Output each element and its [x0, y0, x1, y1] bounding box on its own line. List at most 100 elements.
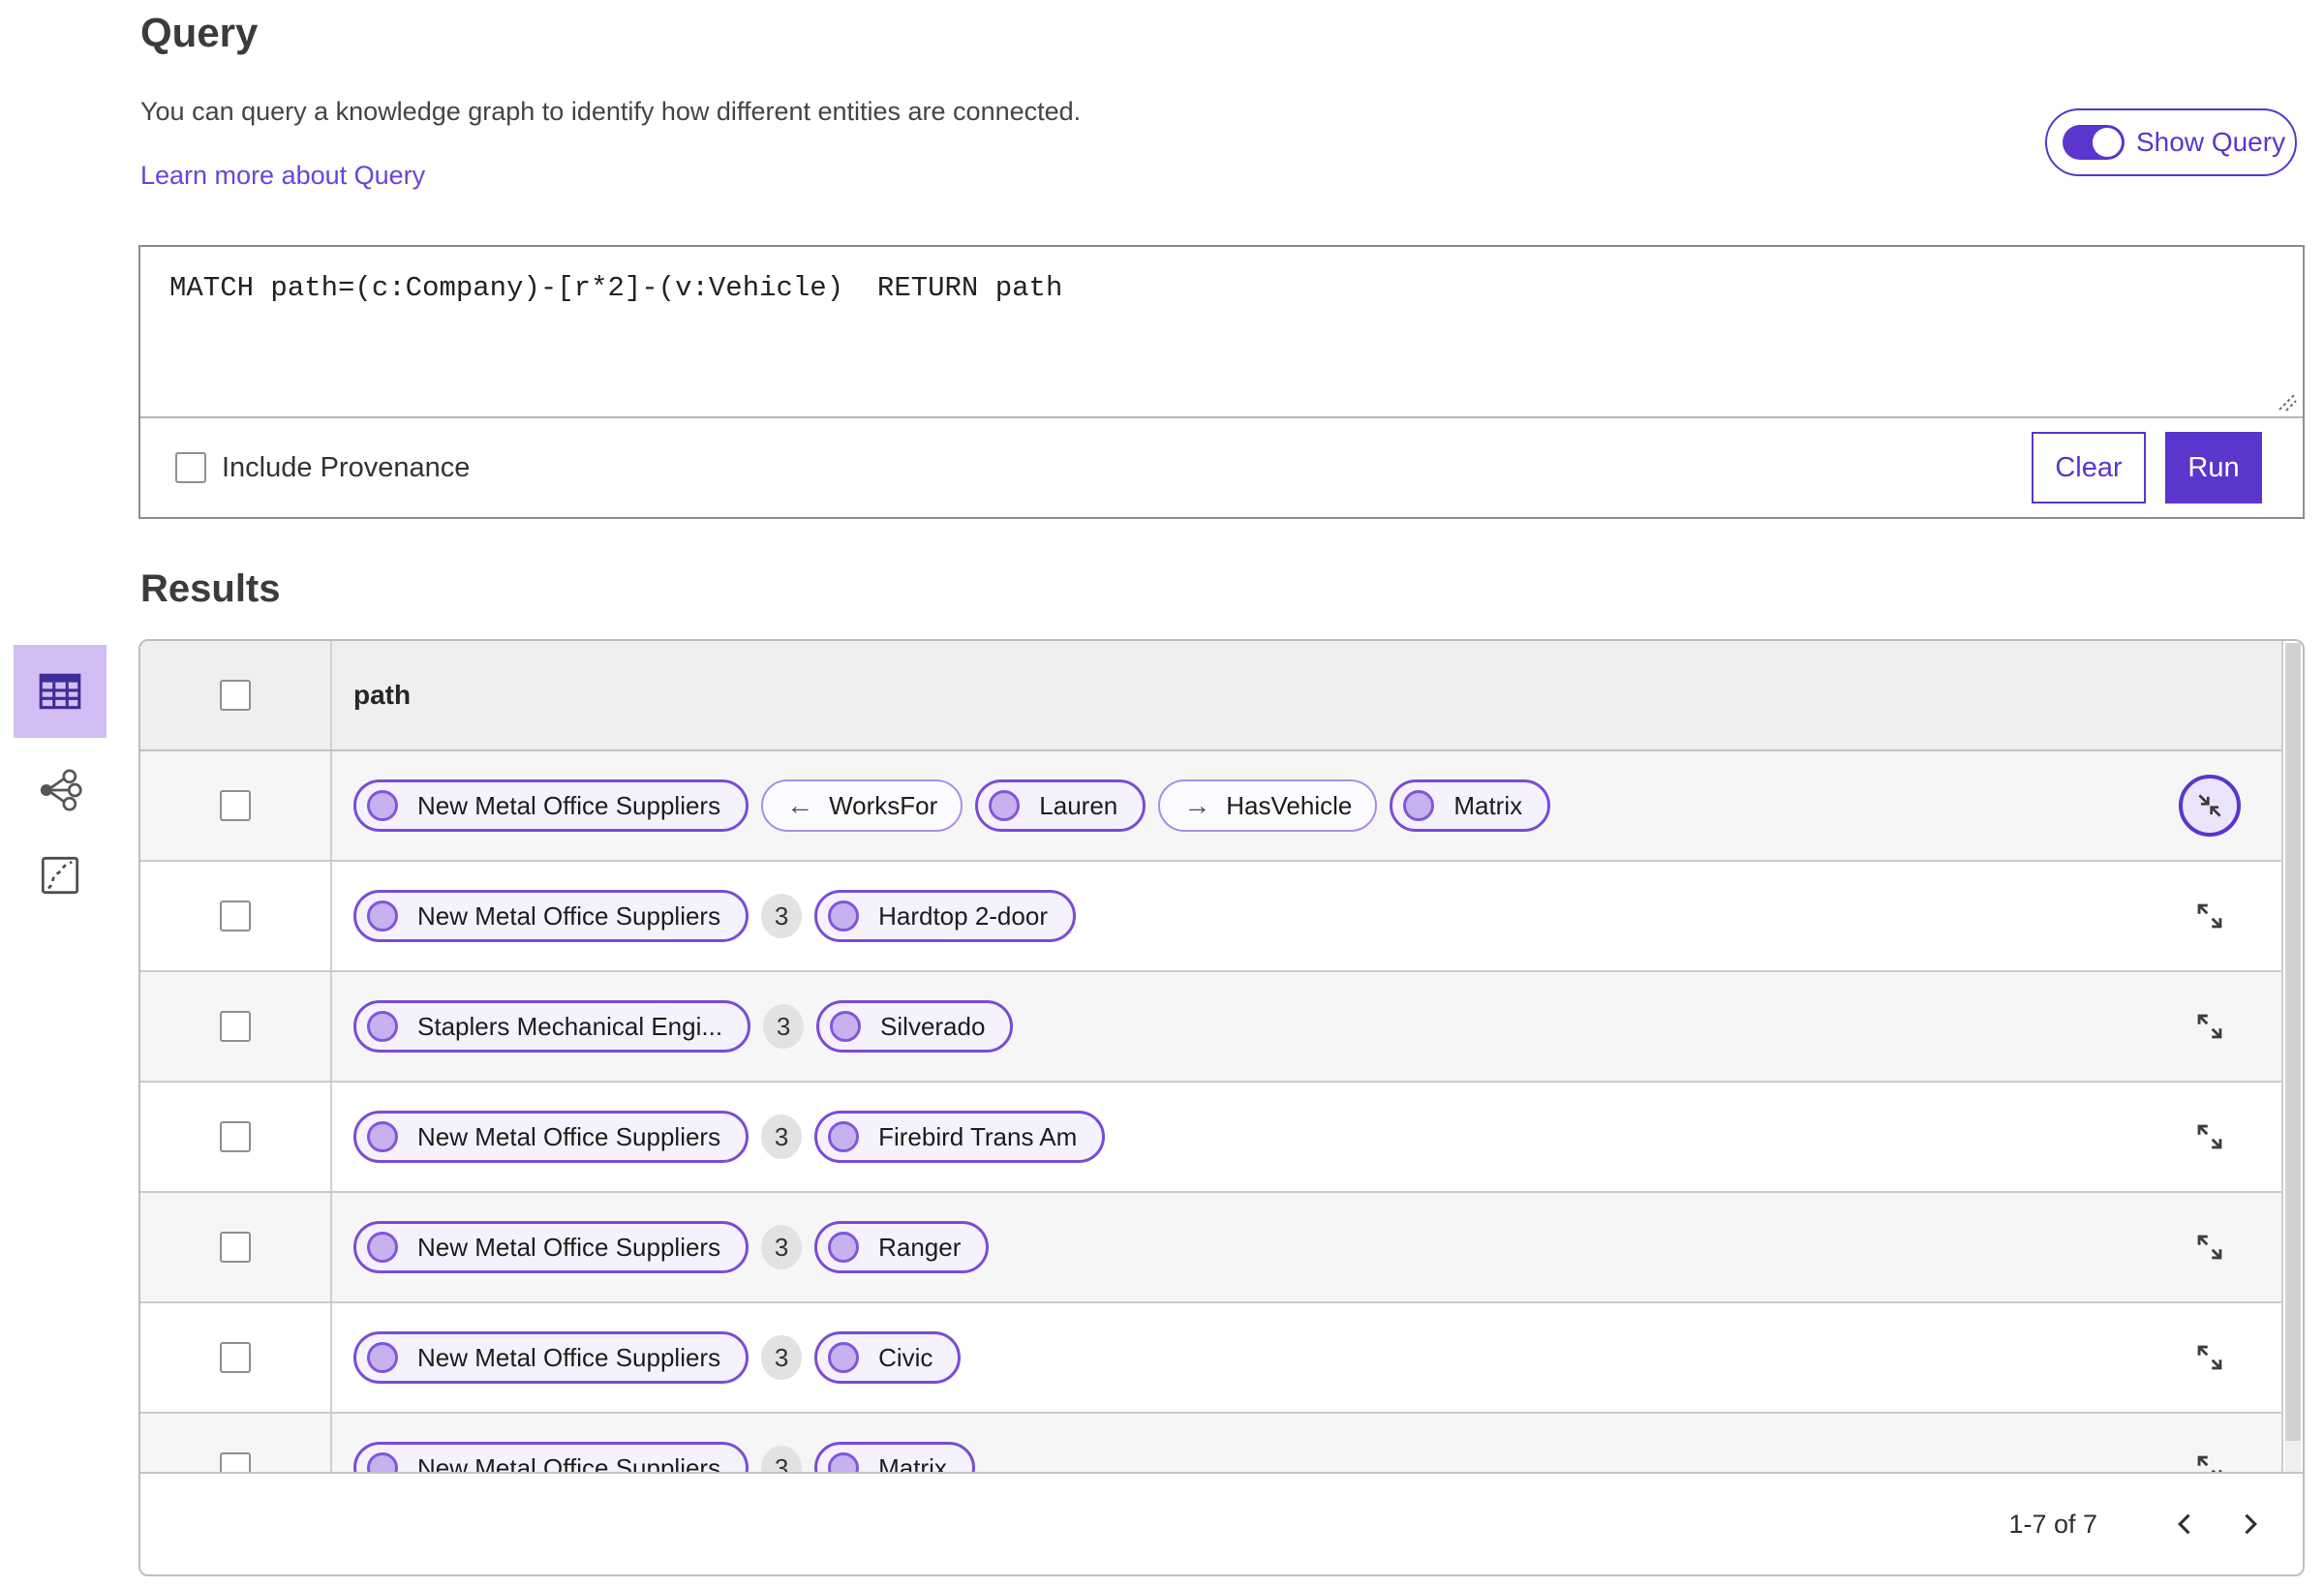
node-pill[interactable]: New Metal Office Suppliers: [353, 1221, 749, 1273]
expand-row-button[interactable]: [2192, 1340, 2227, 1375]
node-pill[interactable]: New Metal Office Suppliers: [353, 1442, 749, 1476]
table-row: New Metal Office Suppliers 3 Civic: [140, 1303, 2281, 1414]
node-label: Matrix: [1453, 790, 1523, 820]
toggle-switch-icon[interactable]: [2063, 125, 2125, 160]
query-editor-footer: Include Provenance Clear Run: [140, 416, 2303, 517]
node-pill[interactable]: New Metal Office Suppliers: [353, 890, 749, 942]
query-input[interactable]: MATCH path=(c:Company)-[r*2]-(v:Vehicle)…: [140, 247, 2303, 415]
node-circle-icon: [367, 901, 398, 931]
show-query-toggle[interactable]: Show Query: [2045, 108, 2297, 176]
expand-icon: [2197, 1014, 2222, 1039]
row-checkbox[interactable]: [220, 1232, 251, 1263]
row-path-cell: New Metal Office Suppliers 3 Ranger: [332, 1193, 2281, 1301]
node-label: New Metal Office Suppliers: [417, 1232, 721, 1262]
table-header-row: path: [140, 641, 2281, 751]
row-path-cell: New Metal Office Suppliers 3 Hardtop 2-doo…: [332, 862, 2281, 970]
node-pill[interactable]: New Metal Office Suppliers: [353, 1331, 749, 1384]
node-label: Silverado: [880, 1011, 986, 1041]
node-pill[interactable]: Lauren: [975, 779, 1147, 832]
edge-label: HasVehicle: [1226, 790, 1353, 820]
node-label: New Metal Office Suppliers: [417, 1342, 721, 1372]
row-checkbox[interactable]: [220, 1011, 251, 1042]
row-checkbox-cell: [140, 1193, 332, 1301]
expand-row-button[interactable]: [2192, 1009, 2227, 1044]
row-checkbox-cell: [140, 751, 332, 860]
view-switcher-graph[interactable]: [14, 755, 107, 825]
results-viewport: path New Metal Office Suppliers ← WorksFor…: [140, 641, 2283, 1476]
row-checkbox[interactable]: [220, 1121, 251, 1152]
node-circle-icon: [367, 1121, 398, 1152]
vertical-scrollbar[interactable]: [2285, 643, 2301, 1474]
node-pill[interactable]: Silverado: [816, 1000, 1014, 1053]
node-label: Firebird Trans Am: [878, 1121, 1078, 1151]
node-label: Staplers Mechanical Engi...: [417, 1011, 723, 1041]
pagination-footer: 1-7 of 7: [140, 1472, 2303, 1574]
hop-count-badge: 3: [761, 1225, 803, 1269]
expand-row-button[interactable]: [2192, 1230, 2227, 1265]
hop-count-badge: 3: [761, 1335, 803, 1380]
node-label: New Metal Office Suppliers: [417, 1121, 721, 1151]
node-circle-icon: [828, 901, 860, 931]
view-switcher-map[interactable]: [14, 840, 107, 910]
expand-row-button[interactable]: [2192, 1119, 2227, 1154]
show-query-label: Show Query: [2136, 127, 2286, 157]
node-pill[interactable]: Civic: [814, 1331, 962, 1384]
row-checkbox-cell: [140, 862, 332, 970]
next-page-button[interactable]: [2217, 1492, 2281, 1556]
collapse-row-button[interactable]: [2179, 775, 2241, 837]
node-label: New Metal Office Suppliers: [417, 790, 721, 820]
node-pill[interactable]: New Metal Office Suppliers: [353, 1111, 749, 1163]
node-pill[interactable]: Matrix: [1390, 779, 1551, 832]
scrollbar-thumb[interactable]: [2285, 643, 2301, 1441]
hop-count-badge: 3: [763, 1004, 805, 1049]
query-page: Query You can query a knowledge graph to…: [0, 0, 2324, 1588]
row-checkbox-cell: [140, 1303, 332, 1412]
page-description: You can query a knowledge graph to ident…: [140, 97, 1082, 126]
row-checkbox[interactable]: [220, 1342, 251, 1373]
run-button[interactable]: Run: [2165, 432, 2262, 504]
previous-page-button[interactable]: [2154, 1492, 2217, 1556]
select-all-checkbox[interactable]: [220, 680, 251, 711]
node-circle-icon: [367, 1342, 398, 1373]
hop-count-badge: 3: [761, 894, 803, 938]
node-circle-icon: [828, 1342, 860, 1373]
row-checkbox-cell: [140, 1083, 332, 1191]
header-checkbox-cell: [140, 641, 332, 749]
node-circle-icon: [367, 1011, 398, 1042]
node-pill[interactable]: Staplers Mechanical Engi...: [353, 1000, 751, 1053]
view-switcher-table[interactable]: [14, 645, 107, 738]
node-pill[interactable]: Firebird Trans Am: [814, 1111, 1106, 1163]
chevron-left-icon: [2178, 1513, 2190, 1535]
edge-pill[interactable]: → HasVehicle: [1158, 779, 1378, 832]
row-checkbox-cell: [140, 972, 332, 1081]
table-row: New Metal Office Suppliers ← WorksFor Laure…: [140, 751, 2281, 862]
include-provenance-checkbox[interactable]: [175, 452, 206, 483]
node-pill[interactable]: Hardtop 2-door: [814, 890, 1076, 942]
edge-label: WorksFor: [829, 790, 938, 820]
pagination-range-label: 1-7 of 7: [2008, 1509, 2097, 1539]
node-label: Ranger: [878, 1232, 962, 1262]
learn-more-link[interactable]: Learn more about Query: [140, 161, 425, 191]
table-body: New Metal Office Suppliers ← WorksFor Laure…: [140, 751, 2281, 1476]
table-row: New Metal Office Suppliers 3 Ranger: [140, 1193, 2281, 1303]
resize-handle-icon[interactable]: [2272, 386, 2297, 416]
edge-pill[interactable]: ← WorksFor: [761, 779, 963, 832]
table-row: New Metal Office Suppliers 3 Firebird Tran…: [140, 1083, 2281, 1193]
node-pill[interactable]: Matrix: [814, 1442, 975, 1476]
table-icon: [39, 673, 81, 710]
row-checkbox[interactable]: [220, 901, 251, 931]
node-pill[interactable]: New Metal Office Suppliers: [353, 779, 749, 832]
arrow-left-icon: ←: [786, 790, 814, 820]
include-provenance-label: Include Provenance: [222, 451, 471, 483]
node-pill[interactable]: Ranger: [814, 1221, 990, 1273]
expand-row-button[interactable]: [2192, 899, 2227, 933]
expand-icon: [2197, 1345, 2222, 1370]
row-checkbox[interactable]: [220, 790, 251, 821]
node-label: Hardtop 2-door: [878, 901, 1048, 931]
expand-icon: [2197, 1124, 2222, 1149]
results-panel: path New Metal Office Suppliers ← WorksFor…: [138, 639, 2305, 1576]
expand-icon: [2197, 903, 2222, 929]
row-path-cell: New Metal Office Suppliers 3 Firebird Tran…: [332, 1083, 2281, 1191]
header-path-cell: path: [332, 641, 2281, 749]
clear-button[interactable]: Clear: [2032, 432, 2146, 504]
